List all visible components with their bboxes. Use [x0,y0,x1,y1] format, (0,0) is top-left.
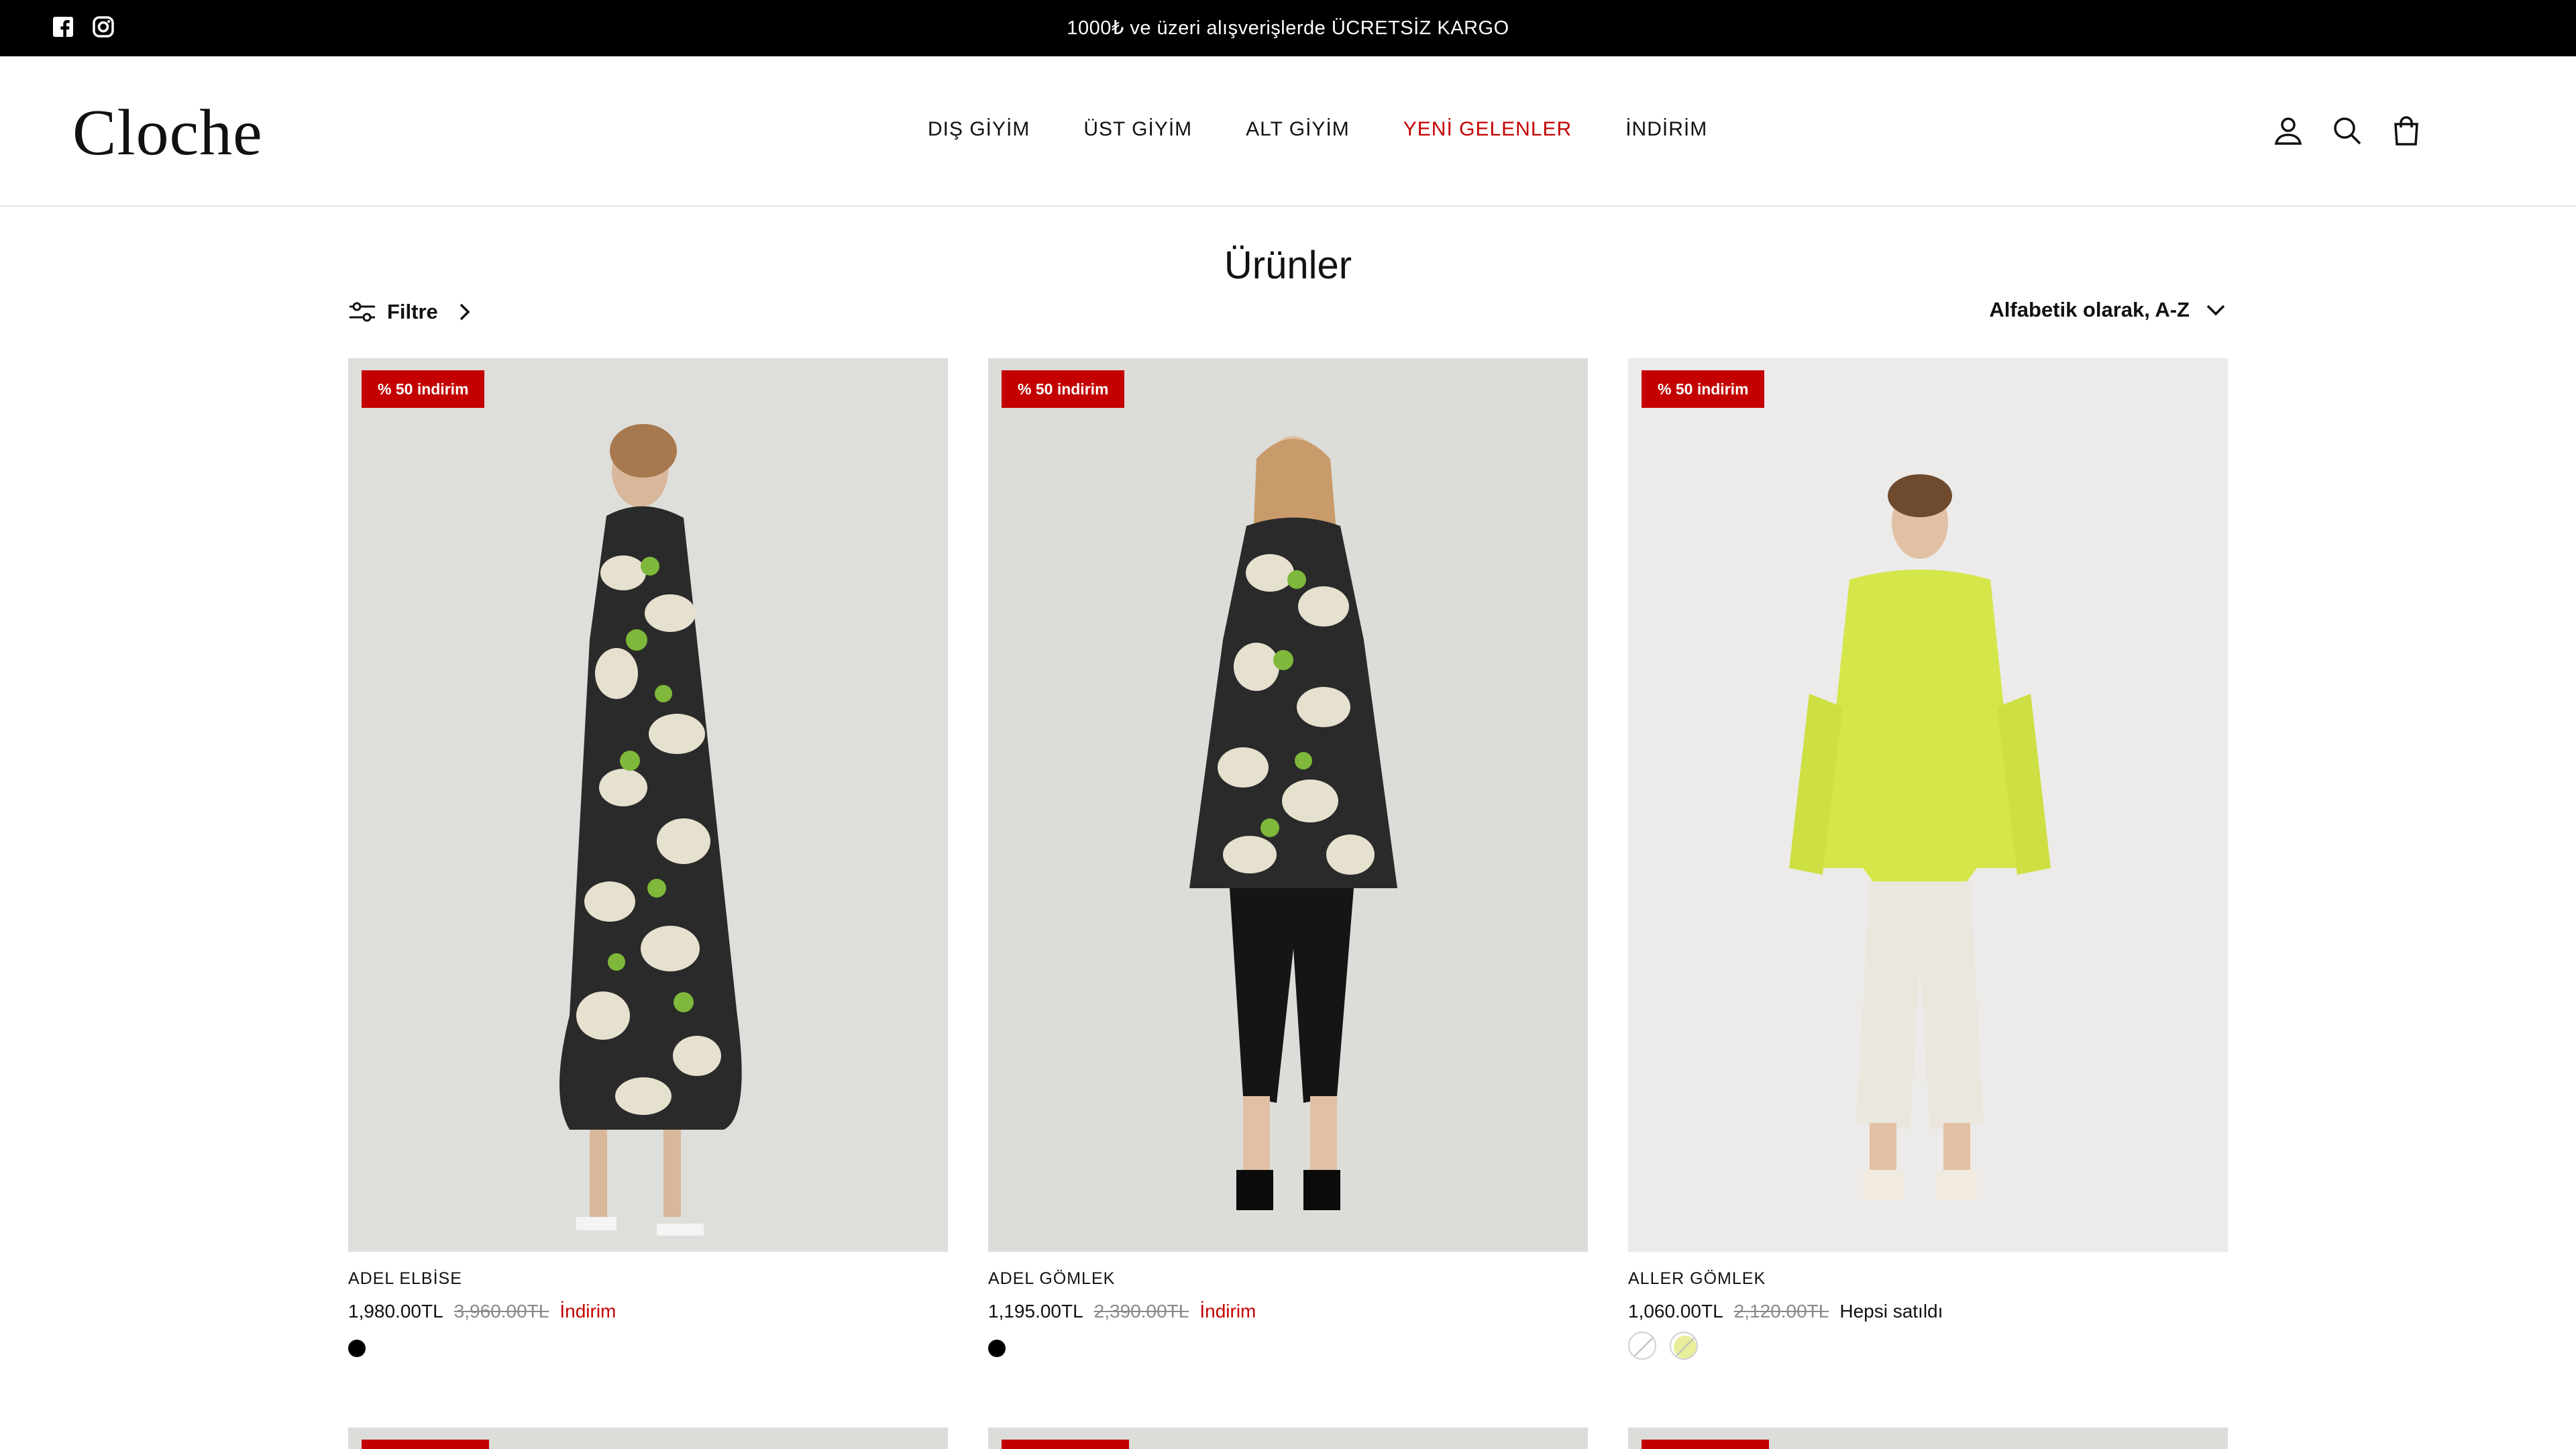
original-price: 3,960.00TL [453,1301,549,1322]
product-card[interactable]: % 50 indirim ADEL GÖMLEK 1,195.00TL 2,39… [988,358,1588,1357]
cart-icon[interactable] [2390,114,2423,148]
nav-item-yeni-gelenler[interactable]: YENİ GELENLER [1403,118,1572,141]
nav-item-ust-giyim[interactable]: ÜST GİYİM [1083,118,1192,141]
nav-item-alt-giyim[interactable]: ALT GİYİM [1246,118,1350,141]
chevron-right-icon [454,302,474,322]
product-name[interactable]: ADEL GÖMLEK [988,1269,1588,1289]
price-row: 1,195.00TL 2,390.00TL İndirim [988,1301,1588,1322]
filter-button[interactable]: Filtre [348,298,474,326]
main-nav: DIŞ GİYİM ÜST GİYİM ALT GİYİM YENİ GELEN… [928,118,1707,141]
nav-item-dis-giyim[interactable]: DIŞ GİYİM [928,118,1030,141]
price-row: 1,060.00TL 2,120.00TL Hepsi satıldı [1628,1301,2228,1322]
account-icon[interactable] [2271,114,2305,148]
sale-price: 1,060.00TL [1628,1301,1723,1322]
original-price: 2,120.00TL [1733,1301,1829,1322]
product-name[interactable]: ADEL ELBİSE [348,1269,948,1289]
discount-badge-partial [1642,1440,1769,1449]
product-card-partial[interactable] [1628,1428,2228,1449]
product-image[interactable]: % 50 indirim [1628,358,2228,1252]
sort-label: Alfabetik olarak, A-Z [1989,298,2190,321]
price-row: 1,980.00TL 3,960.00TL İndirim [348,1301,948,1322]
product-card[interactable]: % 50 indirim ADEL ELBİSE 1,980.00TL 3,96… [348,358,948,1357]
color-swatch-black[interactable] [988,1340,1006,1357]
announcement-bar: 1000₺ ve üzeri alışverişlerde ÜCRETSİZ K… [0,0,2576,56]
sold-out-label: Hepsi satıldı [1839,1301,1943,1322]
sort-dropdown[interactable]: Alfabetik olarak, A-Z [1989,298,2227,322]
product-card-partial[interactable] [988,1428,1588,1449]
discount-badge-partial [362,1440,489,1449]
color-swatches [348,1340,948,1357]
chevron-down-icon [2204,299,2227,321]
search-icon[interactable] [2330,114,2364,148]
color-swatches [988,1340,1588,1357]
color-swatch-lime-sold-out[interactable] [1670,1332,1698,1360]
sale-label: İndirim [559,1301,616,1322]
discount-badge: % 50 indirim [362,370,485,408]
page-title: Ürünler [1224,244,1352,287]
filter-label: Filtre [387,300,438,323]
discount-badge: % 50 indirim [1002,370,1125,408]
filter-sliders-icon [348,298,376,326]
nav-item-indirim[interactable]: İNDİRİM [1625,118,1707,141]
color-swatch-white-sold-out[interactable] [1628,1332,1656,1360]
color-swatches [1628,1332,2228,1360]
discount-badge: % 50 indirim [1642,370,1765,408]
discount-badge-partial [1002,1440,1129,1449]
sale-label: İndirim [1199,1301,1256,1322]
product-card-partial[interactable] [348,1428,948,1449]
sale-price: 1,195.00TL [988,1301,1083,1322]
sale-price: 1,980.00TL [348,1301,443,1322]
color-swatch-black[interactable] [348,1340,366,1357]
product-image[interactable]: % 50 indirim [988,358,1588,1252]
site-logo[interactable]: Cloche [72,95,263,170]
header-actions [2271,114,2423,148]
announcement-message: 1000₺ ve üzeri alışverişlerde ÜCRETSİZ K… [1067,17,1509,39]
product-name[interactable]: ALLER GÖMLEK [1628,1269,2228,1289]
product-image[interactable]: % 50 indirim [348,358,948,1252]
original-price: 2,390.00TL [1093,1301,1189,1322]
site-header: Cloche DIŞ GİYİM ÜST GİYİM ALT GİYİM YEN… [0,56,2576,207]
product-card[interactable]: % 50 indirim ALLER GÖMLEK 1,060.00TL 2,1… [1628,358,2228,1360]
